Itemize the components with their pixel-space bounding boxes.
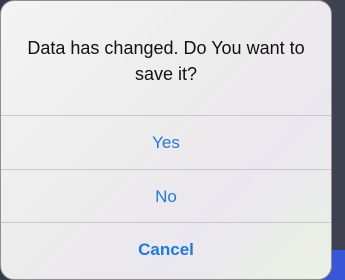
alert-message: Data has changed. Do You want to save it… [27, 38, 305, 84]
cancel-button[interactable]: Cancel [1, 222, 331, 276]
yes-button[interactable]: Yes [1, 115, 331, 169]
save-alert-dialog: Data has changed. Do You want to save it… [0, 0, 332, 280]
no-button[interactable]: No [1, 169, 331, 223]
screen: Data has changed. Do You want to save it… [0, 0, 345, 280]
